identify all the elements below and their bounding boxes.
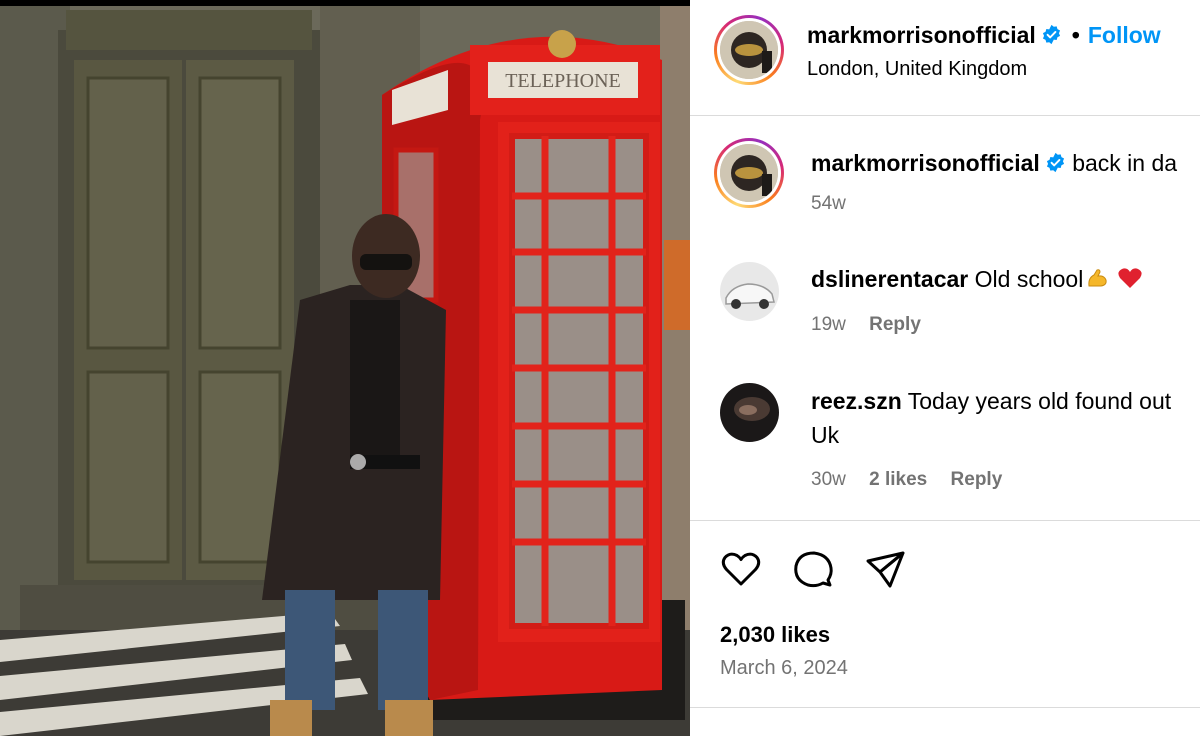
follow-button[interactable]: Follow [1088,22,1161,48]
comment-text-line: reez.szn Today years old found out [811,384,1171,418]
comment-icon[interactable] [792,548,834,590]
caption-avatar[interactable] [714,138,784,208]
post-header: markmorrisonofficial • Follow London, Unit… [690,0,1200,116]
share-icon[interactable] [864,548,906,590]
author-username[interactable]: markmorrisonofficial [807,22,1036,48]
header-separator: • [1071,22,1080,48]
booth-sign-text: TELEPHONE [505,70,621,92]
comment-meta: 30w 2 likes Reply [811,469,1020,491]
comment-text-continuation: Uk [811,422,840,448]
red-heart-emoji-icon [1118,268,1142,288]
caption-text: back in da [1072,150,1178,176]
post-sidebar: markmorrisonofficial • Follow London, Unit… [690,0,1200,736]
post-photo[interactable]: TELEPHONE [0,0,690,736]
post-location[interactable]: London, United Kingdom [807,58,1027,81]
likes-count[interactable]: 2,030 likes [720,622,830,648]
post-image: TELEPHONE [0,0,690,736]
reply-button[interactable]: Reply [951,469,1003,490]
caption-username[interactable]: markmorrisonofficial [811,150,1040,176]
comment-avatar[interactable] [720,262,779,321]
post-actions [720,548,906,590]
section-divider [690,520,1200,521]
comment-text: Today years old found out [907,388,1172,414]
verified-badge-icon [1042,25,1060,45]
verified-badge-icon [1046,153,1064,173]
caption-time[interactable]: 54w [811,193,846,215]
car-avatar-image [720,262,779,321]
comment-likes-button[interactable]: 2 likes [869,469,927,490]
section-divider [690,707,1200,708]
author-avatar[interactable] [714,15,784,85]
avatar-image [720,21,778,79]
post-date[interactable]: March 6, 2024 [720,657,848,680]
comment-username[interactable]: reez.szn [811,388,902,414]
heart-icon[interactable] [720,548,762,590]
flexed-biceps-emoji-icon [1088,269,1107,287]
comment-username[interactable]: dslinerentacar [811,266,968,292]
reply-button[interactable]: Reply [869,314,921,335]
comment-text: Old school [974,266,1084,292]
caption-avatar-image [720,144,778,202]
comment-time[interactable]: 30w [811,469,846,490]
comment-time[interactable]: 19w [811,314,846,335]
comment-meta: 19w Reply [811,314,939,336]
user-avatar-image [720,383,779,442]
comment-text-line: dslinerentacar Old school [811,262,1143,296]
comment-avatar[interactable] [720,383,779,442]
